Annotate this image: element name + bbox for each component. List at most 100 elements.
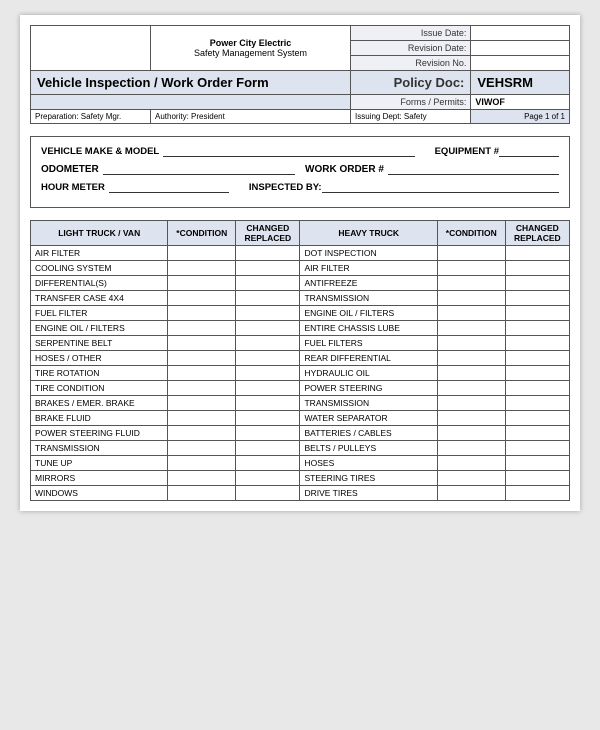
- heavy-changed-11[interactable]: [505, 411, 569, 426]
- equipment-input[interactable]: [499, 145, 559, 157]
- heavy-changed-4[interactable]: [505, 306, 569, 321]
- heavy-changed-15[interactable]: [505, 471, 569, 486]
- work-order-input[interactable]: [388, 163, 559, 175]
- light-changed-12[interactable]: [236, 426, 300, 441]
- light-changed-4[interactable]: [236, 306, 300, 321]
- light-changed-16[interactable]: [236, 486, 300, 501]
- heavy-changed-6[interactable]: [505, 336, 569, 351]
- heavy-changed-9[interactable]: [505, 381, 569, 396]
- inspected-by-label: INSPECTED BY:: [249, 182, 322, 193]
- form-title: Vehicle Inspection / Work Order Form: [37, 75, 269, 90]
- light-condition-11[interactable]: [168, 411, 236, 426]
- light-condition-5[interactable]: [168, 321, 236, 336]
- light-condition-8[interactable]: [168, 366, 236, 381]
- light-condition-10[interactable]: [168, 396, 236, 411]
- heavy-changed-0[interactable]: [505, 246, 569, 261]
- light-item-12: POWER STEERING FLUID: [31, 426, 168, 441]
- light-condition-4[interactable]: [168, 306, 236, 321]
- heavy-item-9: POWER STEERING: [300, 381, 437, 396]
- heavy-condition-1[interactable]: [437, 261, 505, 276]
- table-row: AIR FILTER DOT INSPECTION: [31, 246, 570, 261]
- heavy-condition-14[interactable]: [437, 456, 505, 471]
- light-condition-14[interactable]: [168, 456, 236, 471]
- table-row: BRAKE FLUID WATER SEPARATOR: [31, 411, 570, 426]
- heavy-condition-8[interactable]: [437, 366, 505, 381]
- heavy-condition-11[interactable]: [437, 411, 505, 426]
- heavy-condition-13[interactable]: [437, 441, 505, 456]
- light-condition-2[interactable]: [168, 276, 236, 291]
- odometer-input[interactable]: [103, 163, 295, 175]
- heavy-condition-3[interactable]: [437, 291, 505, 306]
- heavy-item-0: DOT INSPECTION: [300, 246, 437, 261]
- heavy-changed-3[interactable]: [505, 291, 569, 306]
- heavy-changed-10[interactable]: [505, 396, 569, 411]
- light-changed-13[interactable]: [236, 441, 300, 456]
- heavy-changed-1[interactable]: [505, 261, 569, 276]
- heavy-changed-13[interactable]: [505, 441, 569, 456]
- light-condition-7[interactable]: [168, 351, 236, 366]
- heavy-condition-10[interactable]: [437, 396, 505, 411]
- heavy-item-2: ANTIFREEZE: [300, 276, 437, 291]
- light-changed-11[interactable]: [236, 411, 300, 426]
- light-condition-13[interactable]: [168, 441, 236, 456]
- light-changed-7[interactable]: [236, 351, 300, 366]
- heavy-changed-2[interactable]: [505, 276, 569, 291]
- heavy-condition-9[interactable]: [437, 381, 505, 396]
- light-condition-12[interactable]: [168, 426, 236, 441]
- work-order-col: WORK ORDER #: [305, 163, 559, 175]
- light-changed-1[interactable]: [236, 261, 300, 276]
- light-changed-15[interactable]: [236, 471, 300, 486]
- heavy-condition-2[interactable]: [437, 276, 505, 291]
- table-row: BRAKES / EMER. BRAKE TRANSMISSION: [31, 396, 570, 411]
- make-model-input[interactable]: [163, 145, 414, 157]
- light-changed-10[interactable]: [236, 396, 300, 411]
- heavy-item-12: BATTERIES / CABLES: [300, 426, 437, 441]
- light-condition-3[interactable]: [168, 291, 236, 306]
- make-model-label: VEHICLE MAKE & MODEL: [41, 146, 159, 157]
- heavy-condition-16[interactable]: [437, 486, 505, 501]
- col-changed-header: CHANGED REPLACED: [236, 221, 300, 246]
- light-changed-14[interactable]: [236, 456, 300, 471]
- heavy-changed-12[interactable]: [505, 426, 569, 441]
- light-changed-8[interactable]: [236, 366, 300, 381]
- light-condition-0[interactable]: [168, 246, 236, 261]
- light-changed-2[interactable]: [236, 276, 300, 291]
- heavy-condition-4[interactable]: [437, 306, 505, 321]
- table-row: TIRE CONDITION POWER STEERING: [31, 381, 570, 396]
- light-changed-6[interactable]: [236, 336, 300, 351]
- light-condition-1[interactable]: [168, 261, 236, 276]
- light-condition-9[interactable]: [168, 381, 236, 396]
- table-row: SERPENTINE BELT FUEL FILTERS: [31, 336, 570, 351]
- heavy-changed-8[interactable]: [505, 366, 569, 381]
- light-changed-3[interactable]: [236, 291, 300, 306]
- heavy-condition-5[interactable]: [437, 321, 505, 336]
- heavy-changed-7[interactable]: [505, 351, 569, 366]
- table-row: HOSES / OTHER REAR DIFFERENTIAL: [31, 351, 570, 366]
- light-changed-9[interactable]: [236, 381, 300, 396]
- light-condition-6[interactable]: [168, 336, 236, 351]
- inspected-by-input[interactable]: [322, 181, 559, 193]
- heavy-changed-14[interactable]: [505, 456, 569, 471]
- heavy-condition-6[interactable]: [437, 336, 505, 351]
- heavy-condition-7[interactable]: [437, 351, 505, 366]
- work-order-label: WORK ORDER #: [305, 164, 384, 175]
- light-condition-15[interactable]: [168, 471, 236, 486]
- heavy-condition-15[interactable]: [437, 471, 505, 486]
- odometer-col: ODOMETER: [41, 163, 295, 175]
- heavy-condition-0[interactable]: [437, 246, 505, 261]
- heavy-item-13: BELTS / PULLEYS: [300, 441, 437, 456]
- table-row: FUEL FILTER ENGINE OIL / FILTERS: [31, 306, 570, 321]
- light-item-4: FUEL FILTER: [31, 306, 168, 321]
- light-condition-16[interactable]: [168, 486, 236, 501]
- heavy-item-3: TRANSMISSION: [300, 291, 437, 306]
- hour-meter-input[interactable]: [109, 181, 229, 193]
- heavy-changed-16[interactable]: [505, 486, 569, 501]
- heavy-changed-5[interactable]: [505, 321, 569, 336]
- light-changed-5[interactable]: [236, 321, 300, 336]
- preparation-label: Preparation: Safety Mgr.: [31, 110, 151, 124]
- heavy-condition-12[interactable]: [437, 426, 505, 441]
- table-row: POWER STEERING FLUID BATTERIES / CABLES: [31, 426, 570, 441]
- heavy-item-15: STEERING TIRES: [300, 471, 437, 486]
- light-changed-0[interactable]: [236, 246, 300, 261]
- light-item-2: DIFFERENTIAL(S): [31, 276, 168, 291]
